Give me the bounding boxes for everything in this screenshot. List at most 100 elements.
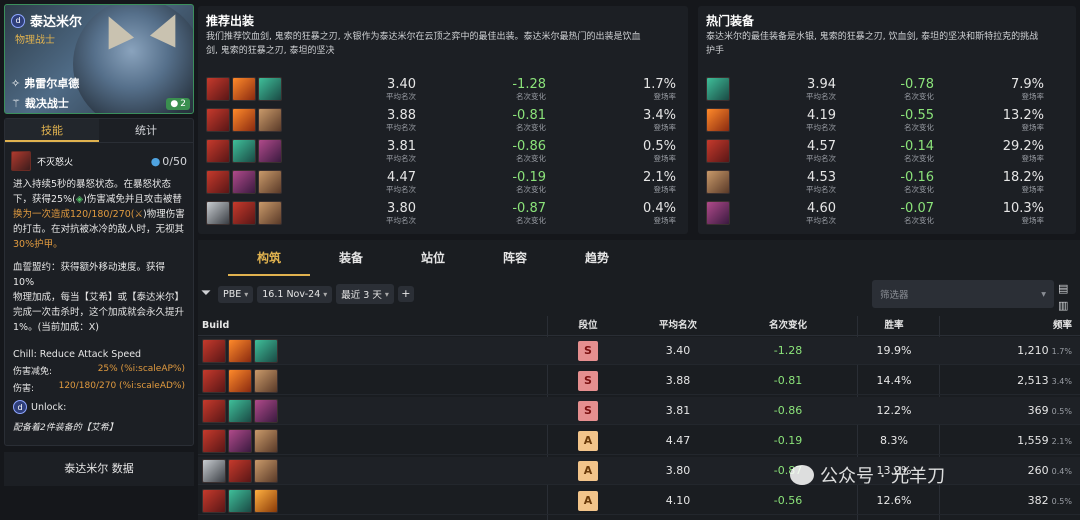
item-icon[interactable] bbox=[228, 488, 252, 513]
popular-item-row[interactable]: 4.19 平均名次 -0.55 名次变化 13.2% 登场率 bbox=[706, 107, 1044, 133]
item-icon[interactable] bbox=[228, 428, 252, 453]
pick-rate-value: 1.7% bbox=[642, 76, 676, 92]
recommended-build-row[interactable]: 3.80 平均名次 -0.87 名次变化 0.4% 登场率 bbox=[206, 200, 676, 226]
item-icon[interactable] bbox=[228, 368, 252, 393]
hero-data-button[interactable]: 泰达米尔 数据 bbox=[4, 452, 194, 486]
item-icon[interactable] bbox=[202, 338, 226, 363]
tab-items[interactable]: 装备 bbox=[310, 240, 392, 276]
range-select[interactable]: 最近 3 天 ▾ bbox=[336, 284, 394, 304]
trait-freljord[interactable]: ✧ 弗雷尔卓德 bbox=[11, 75, 79, 91]
item-icon[interactable] bbox=[228, 398, 252, 423]
item-icon[interactable] bbox=[254, 338, 278, 363]
patch-value: 16.1 Nov-24 bbox=[262, 288, 321, 300]
stat-damage-reduction: 伤害减免: 25% (%i:scaleAP%) bbox=[5, 362, 193, 379]
item-icon[interactable] bbox=[706, 108, 730, 132]
popular-item-row[interactable]: 4.53 平均名次 -0.16 名次变化 18.2% 登场率 bbox=[706, 169, 1044, 195]
item-icon[interactable] bbox=[232, 77, 256, 101]
table-row[interactable]: S 3.88 -0.81 14.4% 2,513 3.4% bbox=[198, 367, 1080, 395]
header-avg[interactable]: 平均名次 bbox=[633, 316, 723, 335]
item-icon[interactable] bbox=[254, 398, 278, 423]
item-icon[interactable] bbox=[206, 108, 230, 132]
item-icon[interactable] bbox=[206, 77, 230, 101]
frequency-percent: 0.5% bbox=[1051, 407, 1072, 416]
item-icon[interactable] bbox=[206, 201, 230, 225]
item-icon[interactable] bbox=[202, 368, 226, 393]
avg-placement-label: 平均名次 bbox=[806, 184, 836, 194]
tab-stats[interactable]: 统计 bbox=[99, 119, 193, 142]
table-row[interactable]: A 3.80 -0.87 13.2% 260 0.4% bbox=[198, 457, 1080, 485]
placement-delta-value: -0.86 bbox=[512, 138, 546, 154]
table-row[interactable]: A 4.10 -0.56 12.6% 382 0.5% bbox=[198, 487, 1080, 515]
chart-view-icon[interactable]: ▥ bbox=[1058, 299, 1068, 312]
item-icon[interactable] bbox=[706, 139, 730, 163]
frequency-percent: 1.7% bbox=[1051, 347, 1072, 356]
item-icon[interactable] bbox=[254, 458, 278, 483]
item-icon[interactable] bbox=[258, 139, 282, 163]
avg-placement: 3.81 平均名次 bbox=[286, 139, 416, 163]
item-icon[interactable] bbox=[258, 201, 282, 225]
tab-positioning[interactable]: 站位 bbox=[392, 240, 474, 276]
unlock-note: 配备着2件装备的【艾希】 bbox=[13, 423, 118, 433]
stat-label: 伤害: bbox=[13, 384, 35, 394]
patch-select[interactable]: 16.1 Nov-24 ▾ bbox=[257, 285, 333, 303]
item-icon[interactable] bbox=[254, 428, 278, 453]
header-delta[interactable]: 名次变化 bbox=[723, 316, 853, 335]
recommended-build-row[interactable]: 3.88 平均名次 -0.81 名次变化 3.4% 登场率 bbox=[206, 107, 676, 133]
item-icon[interactable] bbox=[232, 170, 256, 194]
desc-fragment: )物理伤害 bbox=[143, 209, 185, 220]
filter-icon[interactable]: ⏷ bbox=[198, 286, 214, 302]
item-icon[interactable] bbox=[206, 139, 230, 163]
item-icon[interactable] bbox=[228, 458, 252, 483]
cost-value: 2 bbox=[180, 99, 186, 109]
server-value: PBE bbox=[223, 288, 242, 300]
filter-search-select[interactable]: 筛选器 ▾ bbox=[872, 280, 1054, 308]
trait-juggernaut[interactable]: ⚚ 裁决战士 bbox=[11, 95, 69, 111]
server-select[interactable]: PBE ▾ bbox=[218, 285, 254, 303]
recommended-build-row[interactable]: 3.40 平均名次 -1.28 名次变化 1.7% 登场率 bbox=[206, 76, 676, 102]
tab-builds[interactable]: 构筑 bbox=[228, 240, 310, 276]
item-icon[interactable] bbox=[706, 170, 730, 194]
tab-comps[interactable]: 阵容 bbox=[474, 240, 556, 276]
add-filter-button[interactable]: + bbox=[397, 286, 414, 302]
popular-item-row[interactable]: 4.57 平均名次 -0.14 名次变化 29.2% 登场率 bbox=[706, 138, 1044, 164]
placement-delta-label: 名次变化 bbox=[904, 215, 934, 225]
table-view-icon[interactable]: ▤ bbox=[1058, 282, 1068, 295]
item-icon[interactable] bbox=[258, 170, 282, 194]
pick-rate-value: 2.1% bbox=[642, 169, 676, 185]
header-frequency[interactable]: 频率 bbox=[935, 316, 1080, 335]
item-icon[interactable] bbox=[232, 108, 256, 132]
item-icon[interactable] bbox=[258, 77, 282, 101]
tab-skill[interactable]: 技能 bbox=[5, 119, 99, 142]
header-tier[interactable]: 段位 bbox=[543, 316, 633, 335]
header-winrate[interactable]: 胜率 bbox=[853, 316, 935, 335]
avg-placement-value: 4.53 bbox=[807, 169, 836, 185]
trait-label: 裁决战士 bbox=[24, 97, 69, 110]
recommended-build-row[interactable]: 3.81 平均名次 -0.86 名次变化 0.5% 登场率 bbox=[206, 138, 676, 164]
table-header: Build 段位 平均名次 名次变化 胜率 频率 bbox=[198, 316, 1080, 336]
table-row[interactable]: S 3.40 -1.28 19.9% 1,210 1.7% bbox=[198, 337, 1080, 365]
item-icon[interactable] bbox=[254, 368, 278, 393]
hero-card[interactable]: d 泰达米尔 物理战士 ✧ 弗雷尔卓德 ⚚ 裁决战士 ● 2 bbox=[4, 4, 194, 114]
item-icon[interactable] bbox=[232, 201, 256, 225]
item-icon[interactable] bbox=[706, 201, 730, 225]
item-icon[interactable] bbox=[202, 428, 226, 453]
item-icon[interactable] bbox=[202, 458, 226, 483]
table-row[interactable]: S 3.81 -0.86 12.2% 369 0.5% bbox=[198, 397, 1080, 425]
item-icon[interactable] bbox=[202, 488, 226, 513]
popular-item-row[interactable]: 4.60 平均名次 -0.07 名次变化 10.3% 登场率 bbox=[706, 200, 1044, 226]
item-icon[interactable] bbox=[228, 338, 252, 363]
recommended-build-row[interactable]: 4.47 平均名次 -0.19 名次变化 2.1% 登场率 bbox=[206, 169, 676, 195]
item-icon[interactable] bbox=[254, 488, 278, 513]
tab-trends[interactable]: 趋势 bbox=[556, 240, 638, 276]
avg-placement: 3.80 平均名次 bbox=[286, 201, 416, 225]
item-icon[interactable] bbox=[206, 170, 230, 194]
avg-placement: 4.53 平均名次 bbox=[738, 169, 836, 194]
table-row[interactable]: A 4.47 -0.19 8.3% 1,559 2.1% bbox=[198, 427, 1080, 455]
header-build[interactable]: Build bbox=[198, 316, 543, 335]
item-icon[interactable] bbox=[232, 139, 256, 163]
item-icon[interactable] bbox=[202, 398, 226, 423]
popular-item-row[interactable]: 3.94 平均名次 -0.78 名次变化 7.9% 登场率 bbox=[706, 76, 1044, 102]
item-icon[interactable] bbox=[258, 108, 282, 132]
item-icon[interactable] bbox=[706, 77, 730, 101]
desc-line: 进入持续5秒的暴怒状态。在暴怒状态 bbox=[13, 179, 172, 190]
